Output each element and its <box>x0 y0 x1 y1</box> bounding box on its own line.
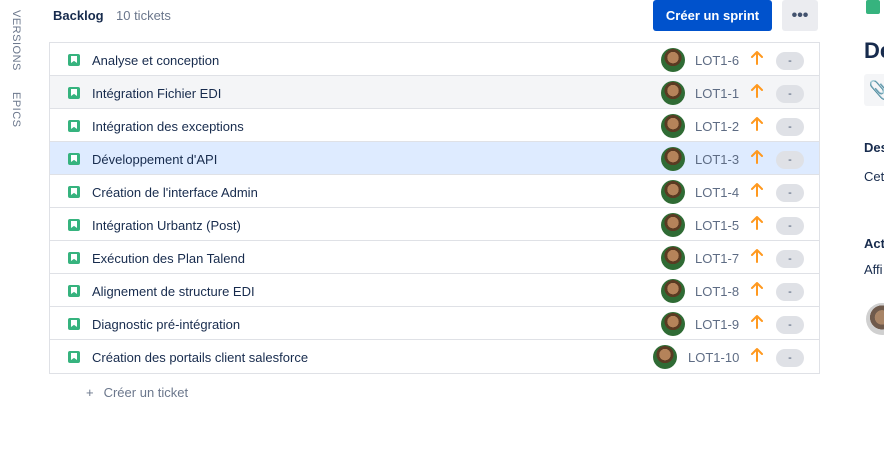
issue-row[interactable]: Alignement de structure EDI LOT1-8 - <box>50 274 819 307</box>
issue-summary[interactable]: Diagnostic pré-intégration <box>92 317 240 332</box>
issue-summary[interactable]: Création de l'interface Admin <box>92 185 258 200</box>
arrow-up-icon <box>751 117 763 131</box>
status-badge[interactable]: - <box>776 118 804 136</box>
assignee-avatar[interactable] <box>661 180 685 204</box>
story-icon <box>68 219 80 231</box>
issue-key[interactable]: LOT1-4 <box>695 185 739 200</box>
issue-key[interactable]: LOT1-9 <box>695 317 739 332</box>
issue-row[interactable]: Intégration Fichier EDI LOT1-1 - <box>50 76 819 109</box>
issue-detail-panel: De 📎 Des Cet Act Affi <box>840 0 884 468</box>
story-icon <box>68 87 80 99</box>
issue-summary[interactable]: Création des portails client salesforce <box>92 350 308 365</box>
create-sprint-button[interactable]: Créer un sprint <box>653 0 772 31</box>
arrow-up-icon <box>751 216 763 230</box>
plus-icon: + <box>86 385 94 400</box>
status-badge[interactable]: - <box>776 217 804 235</box>
ticket-count: 10 tickets <box>116 8 171 23</box>
assignee-avatar[interactable] <box>661 246 685 270</box>
story-icon <box>68 318 80 330</box>
issue-row[interactable]: Création des portails client salesforce L… <box>50 340 819 373</box>
create-ticket-button[interactable]: + Créer un ticket <box>86 385 188 400</box>
issue-summary[interactable]: Intégration Urbantz (Post) <box>92 218 241 233</box>
status-badge[interactable]: - <box>776 250 804 268</box>
story-icon <box>68 153 80 165</box>
arrow-up-icon <box>751 150 763 164</box>
status-badge[interactable]: - <box>776 184 804 202</box>
arrow-up-icon <box>751 51 763 65</box>
issue-detail-title: De <box>864 38 884 63</box>
more-options-button[interactable]: ••• <box>782 0 818 31</box>
status-badge[interactable]: - <box>776 349 804 367</box>
story-icon <box>68 120 80 132</box>
issue-row[interactable]: Diagnostic pré-intégration LOT1-9 - <box>50 307 819 340</box>
story-icon <box>866 0 880 14</box>
issue-row[interactable]: Intégration des exceptions LOT1-2 - <box>50 109 819 142</box>
status-badge[interactable]: - <box>776 283 804 301</box>
issue-key[interactable]: LOT1-1 <box>695 86 739 101</box>
issue-row[interactable]: Exécution des Plan Talend LOT1-7 - <box>50 241 819 274</box>
assignee-avatar[interactable] <box>661 48 685 72</box>
issue-summary[interactable]: Exécution des Plan Talend <box>92 251 245 266</box>
tab-versions[interactable]: VERSIONS <box>10 10 22 71</box>
issue-key[interactable]: LOT1-10 <box>688 350 739 365</box>
issue-row[interactable]: Analyse et conception LOT1-6 - <box>50 43 819 76</box>
story-icon <box>68 351 80 363</box>
description-label: Des <box>864 140 884 155</box>
story-icon <box>68 186 80 198</box>
assignee-avatar[interactable] <box>661 279 685 303</box>
description-text[interactable]: Cet <box>864 169 884 184</box>
arrow-up-icon <box>751 315 763 329</box>
issue-key[interactable]: LOT1-7 <box>695 251 739 266</box>
arrow-up-icon <box>751 84 763 98</box>
issue-list: Analyse et conception LOT1-6- Intégration … <box>49 42 820 374</box>
arrow-up-icon <box>751 183 763 197</box>
backlog-title: Backlog <box>53 8 104 23</box>
story-icon <box>68 252 80 264</box>
activity-label: Act <box>864 236 884 251</box>
paperclip-icon[interactable]: 📎 <box>864 74 884 106</box>
issue-summary[interactable]: Développement d'API <box>92 152 217 167</box>
arrow-up-icon <box>751 348 763 362</box>
status-badge[interactable]: - <box>776 85 804 103</box>
issue-row[interactable]: Création de l'interface Admin LOT1-4 - <box>50 175 819 208</box>
assignee-avatar[interactable] <box>661 312 685 336</box>
issue-row[interactable]: Développement d'API LOT1-3 - <box>50 142 819 175</box>
story-icon <box>68 285 80 297</box>
assignee-avatar[interactable] <box>661 213 685 237</box>
side-tabs: VERSIONS EPICS <box>0 0 36 468</box>
issue-key[interactable]: LOT1-8 <box>695 284 739 299</box>
issue-key[interactable]: LOT1-3 <box>695 152 739 167</box>
issue-summary[interactable]: Intégration Fichier EDI <box>92 86 221 101</box>
assignee-avatar[interactable] <box>661 81 685 105</box>
arrow-up-icon <box>751 249 763 263</box>
issue-summary[interactable]: Intégration des exceptions <box>92 119 244 134</box>
issue-summary[interactable]: Alignement de structure EDI <box>92 284 255 299</box>
status-badge[interactable]: - <box>776 52 804 70</box>
status-badge[interactable]: - <box>776 151 804 169</box>
issue-row[interactable]: Intégration Urbantz (Post) LOT1-5 - <box>50 208 819 241</box>
issue-key[interactable]: LOT1-2 <box>695 119 739 134</box>
assignee-avatar[interactable] <box>661 147 685 171</box>
assignee-avatar[interactable] <box>653 345 677 369</box>
create-ticket-label: Créer un ticket <box>103 385 189 400</box>
backlog-header: Backlog 10 tickets Créer un sprint ••• <box>53 0 820 32</box>
issue-summary[interactable]: Analyse et conception <box>92 53 219 68</box>
issue-key[interactable]: LOT1-6 <box>695 53 739 68</box>
assignee-avatar[interactable] <box>661 114 685 138</box>
issue-key[interactable]: LOT1-5 <box>695 218 739 233</box>
tab-epics[interactable]: EPICS <box>10 92 22 128</box>
status-badge[interactable]: - <box>776 316 804 334</box>
activity-text[interactable]: Affi <box>864 262 883 277</box>
avatar <box>866 303 884 335</box>
story-icon <box>68 54 80 66</box>
arrow-up-icon <box>751 282 763 296</box>
